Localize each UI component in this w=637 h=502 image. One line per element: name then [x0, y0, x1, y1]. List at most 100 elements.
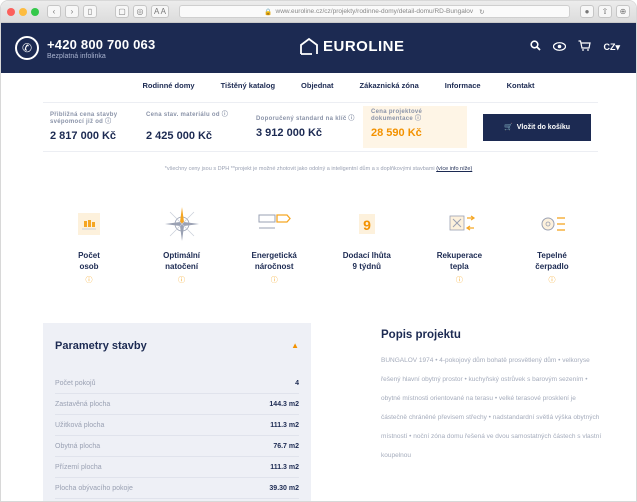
cart-small-icon: 🛒: [503, 124, 513, 131]
project-description: Popis projektu BUNGALOV 1974 • 4-pokojov…: [381, 329, 603, 465]
price-label: Cena stav. materiálu od ⓘ: [146, 112, 229, 118]
compass-icon: [136, 204, 228, 244]
param-name: Přízemí plocha: [55, 463, 102, 471]
table-row: Užitková plocha 111.3 m2: [55, 415, 299, 436]
site-header: ✆ +420 800 700 063 Bezplatná infolinka E…: [1, 23, 636, 73]
svg-text:9: 9: [363, 217, 371, 233]
feature-people: Počet osob ⓘ: [43, 204, 135, 285]
site-logo[interactable]: EUROLINE: [299, 37, 405, 55]
nav-informace[interactable]: Informace: [445, 81, 481, 90]
price-bar: Přibližná cena stavby svépomocí již od ⓘ…: [43, 102, 598, 152]
browser-window: ‹ › ▯ ▢ ◎ A A 🔒 www.euroline.cz/cz/proje…: [0, 0, 637, 502]
close-window-button[interactable]: [7, 7, 15, 16]
reload-icon[interactable]: ↻: [479, 8, 484, 16]
new-tab-icon[interactable]: ⊕: [616, 5, 630, 18]
feature-delivery: 9 Dodací lhůta 9 týdnů: [321, 204, 413, 285]
nav-kontakt[interactable]: Kontakt: [507, 81, 535, 90]
phone-icon[interactable]: ✆: [15, 36, 39, 60]
feature-heat-pump: Tepelné čerpadlo ⓘ: [506, 204, 598, 285]
price-value: 2 817 000 Kč: [50, 130, 117, 142]
main-nav: Rodinné domy Tištěný katalog Objednat Zá…: [1, 81, 636, 90]
privacy-icon[interactable]: ◎: [133, 5, 147, 18]
price-material: Cena stav. materiálu od ⓘ 2 425 000 Kč: [139, 112, 249, 142]
collapse-icon[interactable]: ▲: [291, 341, 299, 350]
back-button[interactable]: ‹: [47, 5, 61, 18]
table-row: Zastavěná plocha 144.3 m2: [55, 394, 299, 415]
feature-label: Energetická náročnost: [251, 251, 297, 271]
more-info-link[interactable]: (více info níže): [436, 166, 472, 172]
eye-icon[interactable]: [553, 40, 567, 54]
parameters-title: Parametry stavby: [55, 340, 147, 352]
search-icon[interactable]: [530, 40, 542, 54]
info-icon[interactable]: ⓘ: [506, 275, 598, 285]
language-select[interactable]: CZ▾: [603, 42, 620, 53]
info-icon[interactable]: ⓘ: [228, 275, 320, 285]
minimize-window-button[interactable]: [19, 7, 27, 16]
extension-icon[interactable]: ●: [580, 5, 594, 18]
table-row: Přízemí plocha 111.3 m2: [55, 457, 299, 478]
nav-tisteny-katalog[interactable]: Tištěný katalog: [221, 81, 275, 90]
param-value: 39.30 m2: [269, 484, 299, 492]
phone-block[interactable]: +420 800 700 063 Bezplatná infolinka: [47, 37, 155, 60]
phone-subtitle: Bezplatná infolinka: [47, 52, 106, 60]
price-turnkey: Doporučený standard na klíč ⓘ 3 912 000 …: [249, 116, 363, 139]
price-value: 3 912 000 Kč: [256, 126, 323, 139]
phone-number[interactable]: +420 800 700 063: [47, 37, 155, 52]
nav-zakaznicka-zona[interactable]: Zákaznická zóna: [360, 81, 419, 90]
price-note: *všechny ceny jsou s DPH **projekt je mo…: [1, 166, 636, 172]
description-title: Popis projektu: [381, 329, 461, 341]
info-icon[interactable]: ⓘ: [413, 275, 505, 285]
share-icon[interactable]: ⇧: [598, 5, 612, 18]
nav-rodinne-domy[interactable]: Rodinné domy: [142, 81, 194, 90]
price-label: Přibližná cena stavby svépomocí již od ⓘ: [50, 112, 118, 125]
param-value: 144.3 m2: [269, 400, 299, 408]
info-icon[interactable]: ⓘ: [43, 275, 135, 285]
description-text: BUNGALOV 1974 • 4-pokojový dům bohatě pr…: [381, 357, 602, 459]
lock-icon: 🔒: [264, 8, 273, 16]
price-value: 2 425 000 Kč: [146, 130, 213, 142]
zoom-window-button[interactable]: [31, 7, 39, 16]
house-logo-icon: [300, 37, 318, 55]
tab-overview-icon[interactable]: ▢: [115, 5, 129, 18]
table-row: Plocha obývacího pokoje 39.30 m2: [55, 478, 299, 499]
url-bar[interactable]: 🔒 www.euroline.cz/cz/projekty/rodinne-do…: [179, 5, 570, 18]
delivery-icon: 9: [321, 204, 413, 244]
price-self-build: Přibližná cena stavby svépomocí již od ⓘ…: [43, 112, 139, 142]
param-name: Plocha obývacího pokoje: [55, 484, 133, 492]
feature-label: Dodací lhůta 9 týdnů: [342, 251, 391, 271]
add-to-cart-button[interactable]: 🛒 Vložit do košíku: [483, 113, 591, 141]
feature-label: Tepelné čerpadlo: [535, 251, 569, 271]
feature-label: Optimální natočení: [163, 251, 201, 271]
building-parameters-panel: Parametry stavby ▲ Počet pokojů 4 Zastavě…: [43, 323, 311, 501]
feature-recuperation: Rekuperace tepla ⓘ: [413, 204, 505, 285]
nav-objednat[interactable]: Objednat: [301, 81, 334, 90]
add-to-cart-label: Vložit do košíku: [516, 123, 570, 131]
heat-pump-icon: [506, 204, 598, 244]
param-value: 76.7 m2: [273, 442, 299, 450]
sidebar-icon[interactable]: ▯: [83, 5, 97, 18]
param-name: Obytná plocha: [55, 442, 101, 450]
param-name: Zastavěná plocha: [55, 400, 111, 408]
url-text: www.euroline.cz/cz/projekty/rodinne-domy…: [275, 8, 474, 15]
feature-orientation: Optimální natočení ⓘ: [136, 204, 228, 285]
feature-label: Rekuperace tepla: [436, 251, 483, 271]
param-value: 111.3 m2: [270, 421, 299, 429]
price-label: Doporučený standard na klíč ⓘ: [256, 115, 355, 122]
feature-energy: Energetická náročnost ⓘ: [228, 204, 320, 285]
table-row: Počet pokojů 4: [55, 373, 299, 394]
price-documentation: Cena projektové dokumentace ⓘ 28 590 Kč: [363, 106, 467, 148]
logo-text: EUROLINE: [323, 37, 405, 55]
param-value: 4: [295, 379, 299, 387]
price-value: 28 590 Kč: [371, 127, 422, 139]
cart-icon[interactable]: [578, 40, 592, 54]
table-row: Obytná plocha 76.7 m2: [55, 436, 299, 457]
note-text: *všechny ceny jsou s DPH **projekt je mo…: [164, 166, 435, 172]
recuperation-icon: [413, 204, 505, 244]
reader-button[interactable]: A A: [151, 5, 170, 18]
forward-button[interactable]: ›: [65, 5, 79, 18]
info-icon[interactable]: ⓘ: [136, 275, 228, 285]
param-name: Počet pokojů: [55, 379, 96, 387]
price-label: Cena projektové dokumentace ⓘ: [371, 109, 423, 122]
param-name: Užitková plocha: [55, 421, 105, 429]
feature-label: Počet osob: [78, 251, 100, 271]
